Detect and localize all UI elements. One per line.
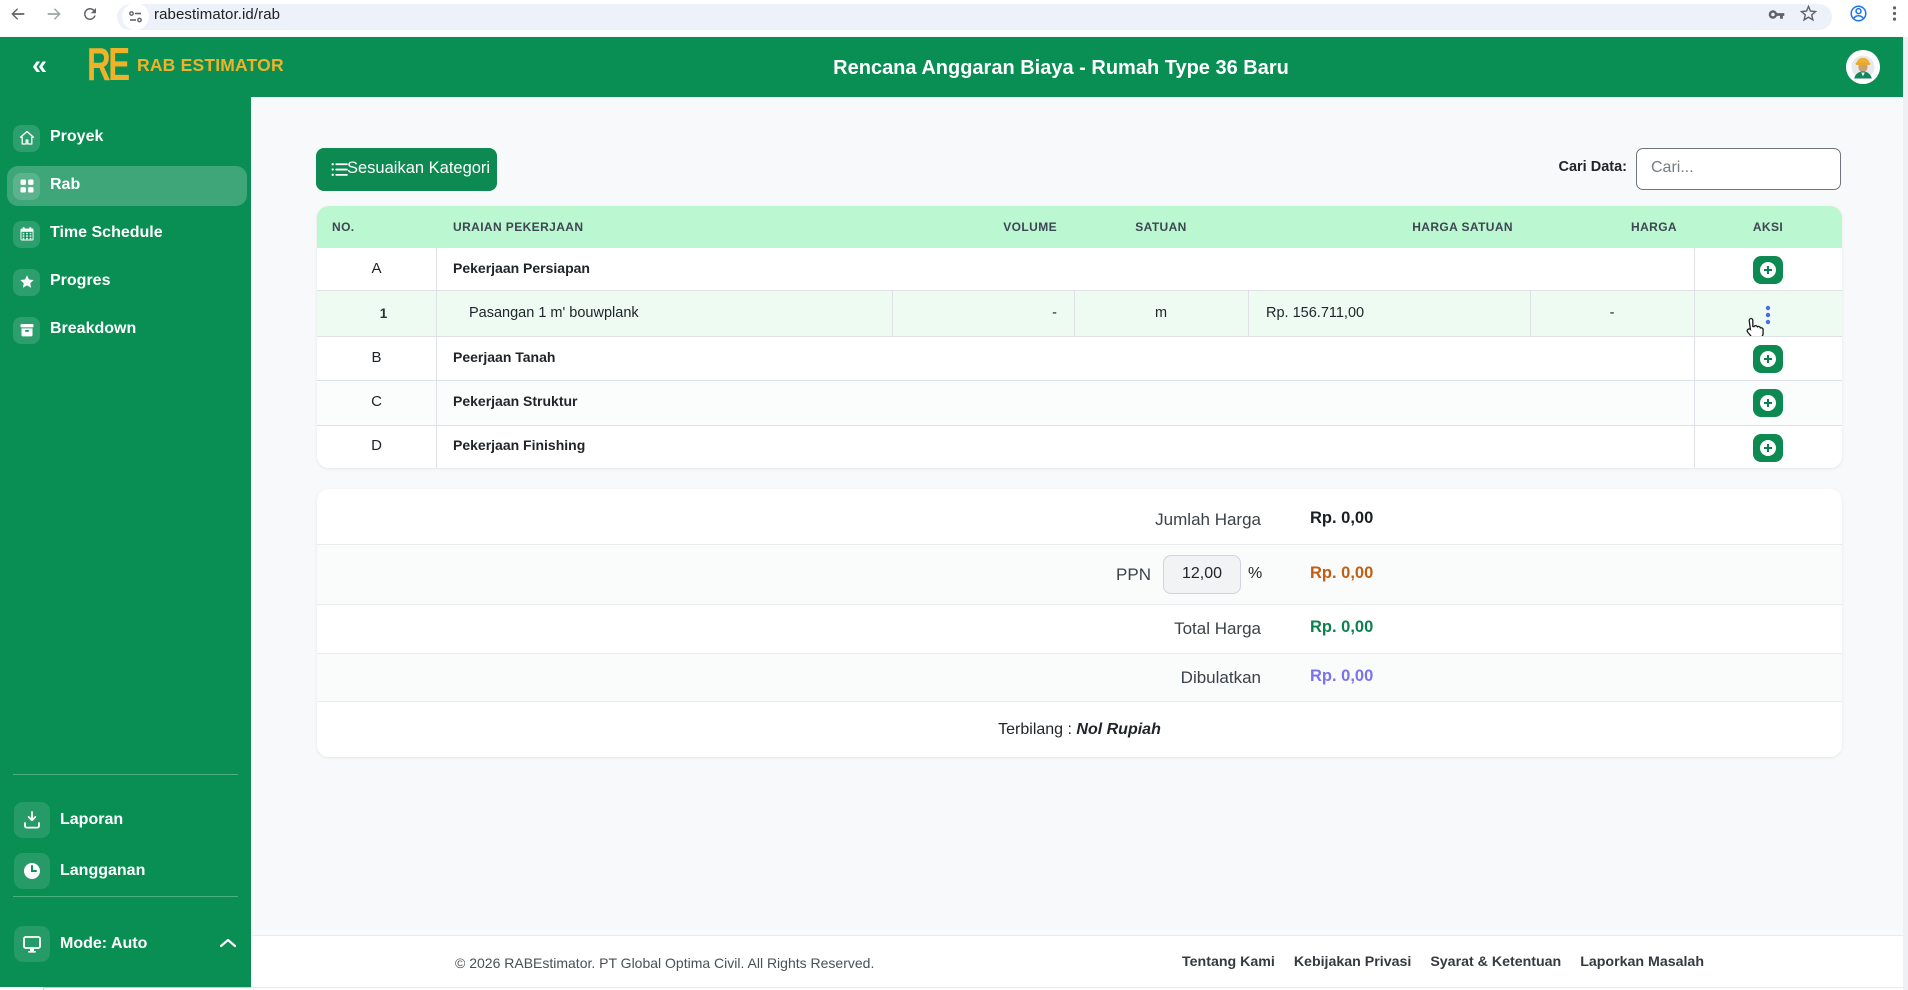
svg-text:RE: RE (87, 47, 130, 83)
